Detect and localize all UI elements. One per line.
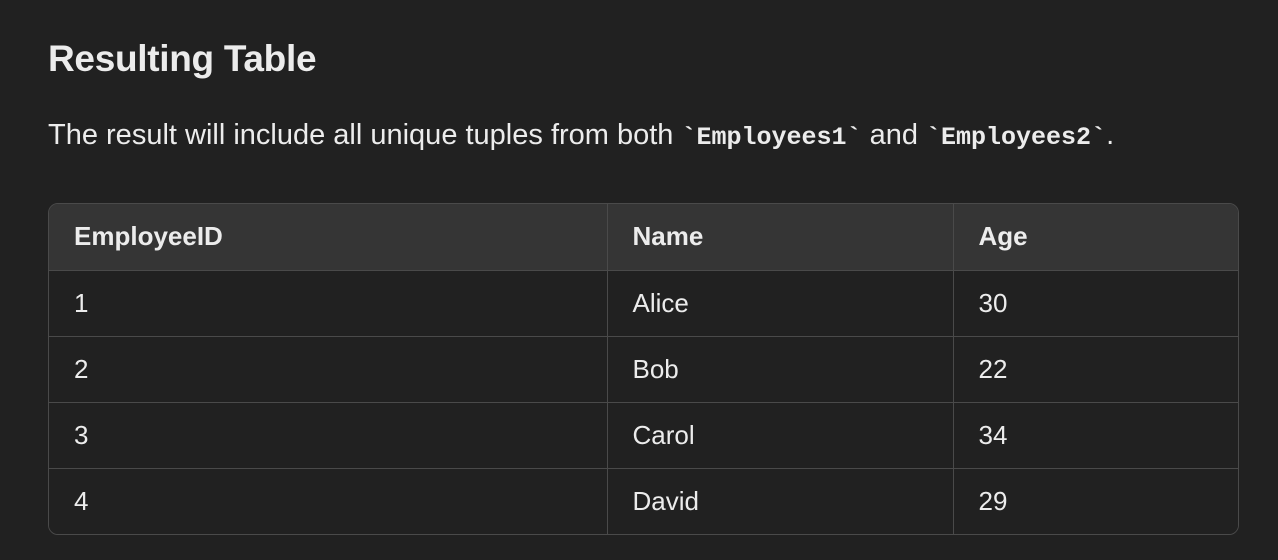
cell-employeeid: 4 <box>49 468 608 534</box>
column-header-employeeid: EmployeeID <box>49 204 608 271</box>
description-text-after: . <box>1106 119 1115 151</box>
section-heading: Resulting Table <box>48 38 317 79</box>
cell-name: David <box>607 468 954 534</box>
cell-age: 34 <box>953 402 1238 469</box>
table-row: 2 Bob 22 <box>49 336 1238 403</box>
cell-name: Bob <box>607 336 954 403</box>
result-table-container: EmployeeID Name Age 1 Alice 30 2 Bob 22 … <box>48 203 1239 535</box>
cell-age: 22 <box>953 336 1238 403</box>
table-row: 1 Alice 30 <box>49 270 1238 337</box>
column-header-name: Name <box>607 204 954 271</box>
inline-code-employees1: `Employees1` <box>681 123 862 152</box>
table-row: 3 Carol 34 <box>49 402 1238 469</box>
cell-employeeid: 3 <box>49 402 608 469</box>
cell-employeeid: 2 <box>49 336 608 403</box>
description-text-middle: and <box>861 119 927 151</box>
cell-name: Carol <box>607 402 954 469</box>
cell-age: 29 <box>953 468 1238 534</box>
result-table: EmployeeID Name Age 1 Alice 30 2 Bob 22 … <box>49 204 1238 534</box>
description-text-before: The result will include all unique tuple… <box>48 119 682 151</box>
cell-name: Alice <box>607 270 954 337</box>
inline-code-employees2: `Employees2` <box>926 123 1107 152</box>
result-description: The result will include all unique tuple… <box>48 119 1114 152</box>
column-header-age: Age <box>953 204 1238 271</box>
table-header-row: EmployeeID Name Age <box>49 204 1238 271</box>
table-row: 4 David 29 <box>49 468 1238 534</box>
cell-employeeid: 1 <box>49 270 608 337</box>
cell-age: 30 <box>953 270 1238 337</box>
